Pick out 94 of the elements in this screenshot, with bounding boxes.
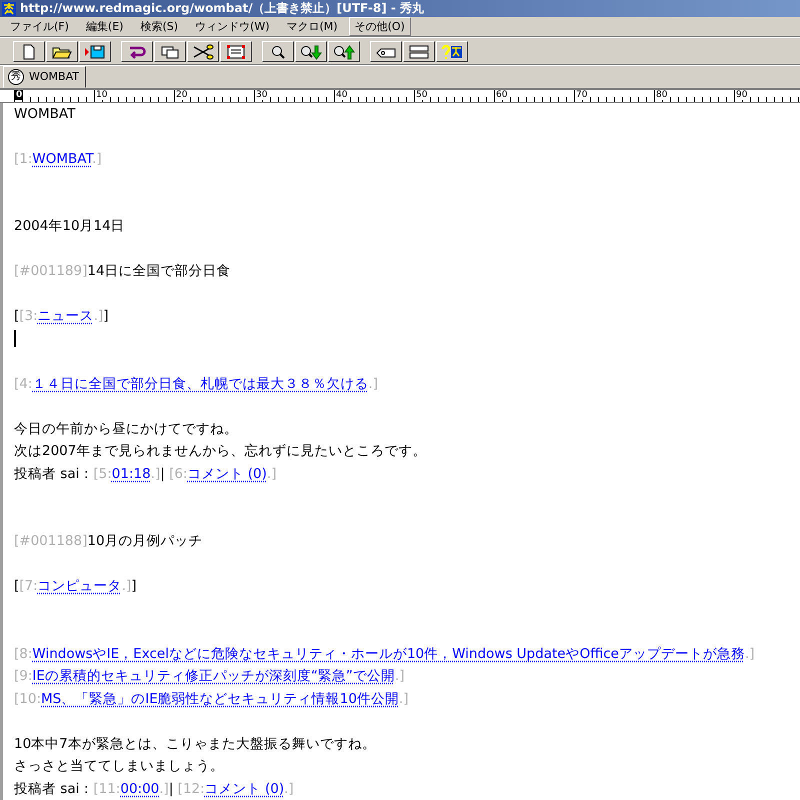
- entry-number: [#001188]: [14, 533, 88, 549]
- link-number: [4:: [14, 376, 32, 392]
- text-line: WOMBAT: [14, 106, 76, 122]
- link-number: [11:: [93, 780, 120, 796]
- link-number: [8:: [14, 646, 32, 662]
- menu-item[interactable]: ファイル(F): [4, 17, 75, 36]
- text-line: 10本中7本が緊急とは、こりゃまた大盤振る舞いですね。: [14, 736, 376, 752]
- link-number: [10:: [14, 690, 41, 706]
- link[interactable]: １４日に全国で部分日食、札幌では最大３８％欠ける: [32, 376, 368, 392]
- search-down-button[interactable]: [295, 41, 327, 62]
- menu-item[interactable]: ウィンドウ(W): [189, 17, 276, 36]
- link-number: [3:: [19, 308, 38, 324]
- link[interactable]: コメント (0): [204, 780, 284, 796]
- link-number: [5:: [93, 466, 112, 482]
- link-end: .]: [122, 578, 132, 594]
- text-line: |: [160, 466, 166, 482]
- text-line: ]: [103, 308, 109, 324]
- text-line: 投稿者 sai：: [14, 466, 94, 482]
- ruler-number: 90: [735, 90, 748, 100]
- link-number: [1:: [14, 150, 32, 166]
- text-line: |: [168, 780, 174, 796]
- link[interactable]: 00:00: [120, 780, 160, 796]
- text-cursor: [14, 330, 16, 348]
- help-icon: [441, 44, 463, 60]
- text-line: 2004年10月14日: [14, 218, 125, 234]
- text-line: さっさと当ててしまいましょう。: [14, 758, 224, 774]
- entry-number: [#001189]: [14, 263, 88, 279]
- link[interactable]: WOMBAT: [32, 150, 92, 166]
- link[interactable]: コンピュータ: [38, 578, 122, 594]
- link-end: .]: [398, 690, 408, 706]
- save-disk-button[interactable]: [79, 41, 111, 62]
- help-button[interactable]: [436, 41, 468, 62]
- ruler-number: 80: [655, 90, 668, 100]
- link-number: [7:: [19, 578, 38, 594]
- link[interactable]: ニュース: [38, 308, 94, 324]
- text-line: 投稿者 sai：: [14, 780, 94, 796]
- link-end: .]: [92, 150, 102, 166]
- link[interactable]: WindowsやIE，Excelなどに危険なセキュリティ・ホールが10件，Windows UpdateやOfficeアップデートが急務: [32, 646, 745, 662]
- link-end: .]: [744, 646, 755, 662]
- text-line: 14日に全国で部分日食: [87, 263, 231, 279]
- text-line: 次は2007年まで見られませんから、忘れずに見たいところです。: [14, 443, 426, 459]
- link-end: .]: [266, 466, 276, 482]
- split-window-button[interactable]: [403, 41, 435, 62]
- save-disk-icon: [84, 44, 106, 60]
- link-end: .]: [368, 376, 378, 392]
- ruler-number: 40: [335, 90, 348, 100]
- link[interactable]: MS、「緊急」のIE脆弱性などセキュリティ情報10件公開: [41, 690, 399, 706]
- tab-label: WOMBAT: [29, 70, 79, 84]
- app-glyph-icon: 秀: [8, 68, 24, 85]
- copy-icon: [159, 44, 181, 60]
- paste-frame-icon: [225, 44, 247, 60]
- search-up-button[interactable]: [328, 41, 360, 62]
- link-end: .]: [150, 466, 160, 482]
- ruler-number: 10: [95, 90, 108, 100]
- menu-item[interactable]: その他(O): [348, 17, 411, 36]
- scissors-icon: [192, 44, 214, 60]
- link[interactable]: 01:18: [112, 466, 151, 482]
- link-end: .]: [94, 308, 104, 324]
- text-line: [: [14, 308, 20, 324]
- app-icon: [2, 2, 16, 16]
- split-window-icon: [408, 44, 430, 60]
- link-number: [6:: [169, 466, 188, 482]
- text-line: 今日の午前から昼にかけてですね。: [14, 420, 238, 436]
- search-down-icon: [300, 44, 322, 60]
- link-end: .]: [284, 780, 294, 796]
- search-button[interactable]: [262, 41, 294, 62]
- document-tab[interactable]: 秀 WOMBAT: [3, 66, 86, 88]
- ruler-number: 70: [575, 90, 588, 100]
- text-line: [: [14, 578, 20, 594]
- menu-item[interactable]: 検索(S): [134, 17, 184, 36]
- search-up-icon: [333, 44, 355, 60]
- ruler-number: 30: [255, 90, 268, 100]
- scissors-button[interactable]: [187, 41, 219, 62]
- ruler-number: 60: [495, 90, 508, 100]
- text-line: 10月の月例パッチ: [87, 533, 203, 549]
- link[interactable]: IEの累積的セキュリティ修正パッチが深刻度“緊急”で公開: [32, 668, 395, 684]
- menu-item[interactable]: マクロ(M): [280, 17, 344, 36]
- ruler-number: 0: [15, 90, 24, 100]
- copy-button[interactable]: [154, 41, 186, 62]
- new-document-button[interactable]: [13, 41, 45, 62]
- link-end: .]: [159, 780, 169, 796]
- undo-arrow-button[interactable]: [121, 41, 153, 62]
- paste-frame-button[interactable]: [220, 41, 252, 62]
- window-title: http://www.redmagic.org/wombat/（上書き禁止）[UTF-8] - 秀丸: [20, 0, 424, 18]
- ruler-number: 20: [175, 90, 188, 100]
- menu-item[interactable]: 編集(E): [80, 17, 130, 36]
- link[interactable]: コメント (0): [187, 466, 267, 482]
- text-line: ]: [131, 578, 137, 594]
- ruler-number: 50: [415, 90, 428, 100]
- link-end: .]: [394, 668, 404, 684]
- link-number: [9:: [14, 668, 32, 684]
- tag-button[interactable]: [370, 41, 402, 62]
- link-number: [12:: [178, 780, 205, 796]
- open-folder-button[interactable]: [46, 41, 78, 62]
